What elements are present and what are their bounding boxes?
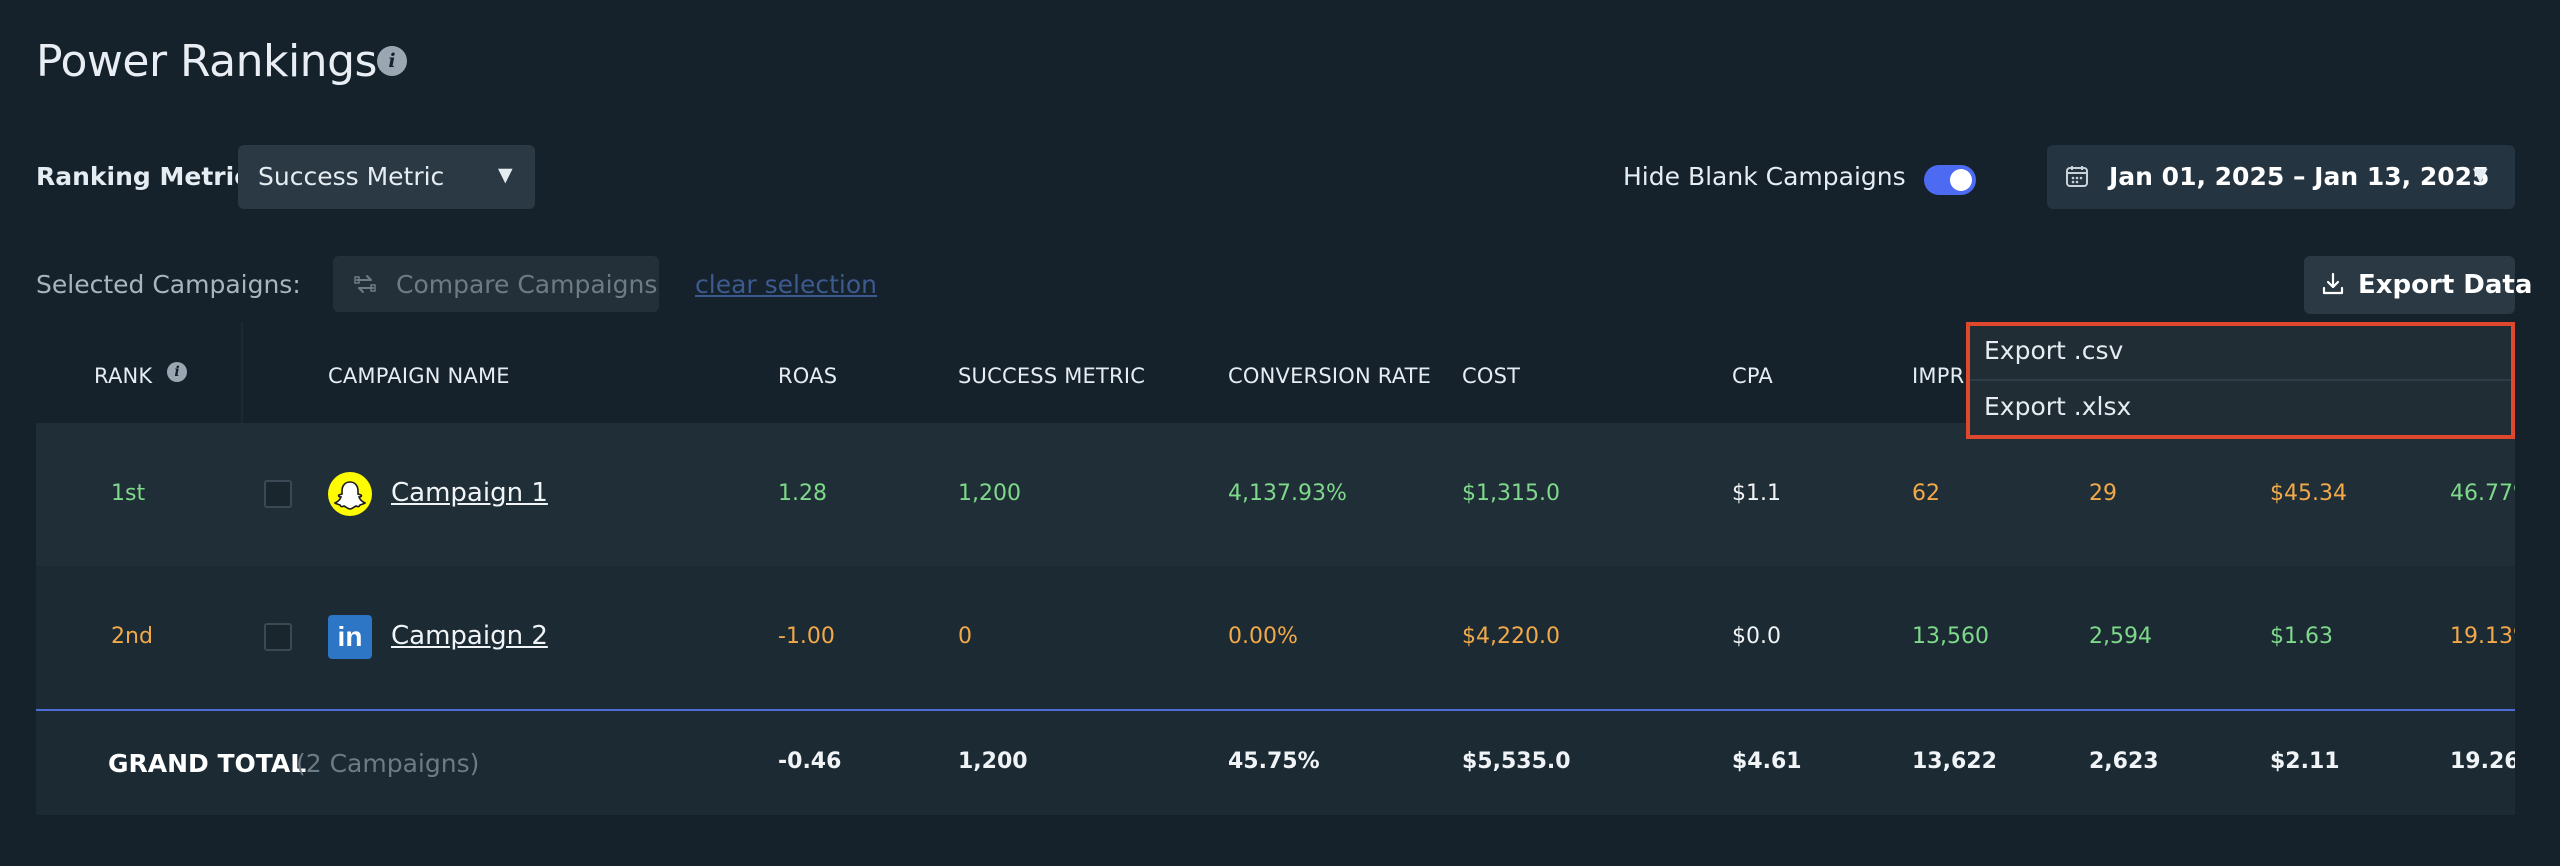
export-xlsx-option[interactable]: Export .xlsx xyxy=(1984,392,2131,421)
hide-blank-campaigns-toggle[interactable] xyxy=(1924,165,1976,195)
column-header-conversion-rate[interactable]: CONVERSION RATE xyxy=(1228,364,1431,388)
metric-cell: 2,594 xyxy=(2089,624,2152,649)
date-range-text[interactable]: Jan 01, 2025 – Jan 13, 2025 xyxy=(2109,162,2489,191)
success-metric-cell: 0 xyxy=(958,624,972,649)
success-metric-cell: 1,200 xyxy=(958,481,1021,506)
metric-cell: 29 xyxy=(2089,481,2117,506)
impressions-cell: 13,560 xyxy=(1912,624,1989,649)
cost-cell: $1,315.0 xyxy=(1462,481,1560,506)
campaign-link[interactable]: Campaign 2 xyxy=(391,621,548,651)
campaign-count: (2 Campaigns) xyxy=(296,749,480,778)
ranking-metric-value[interactable]: Success Metric xyxy=(258,162,444,191)
metric-cell: 19.13% xyxy=(2450,624,2515,649)
cost-cell: $4,220.0 xyxy=(1462,624,1560,649)
row-checkbox[interactable] xyxy=(264,480,292,508)
compare-campaigns-label[interactable]: Compare Campaigns xyxy=(396,270,657,299)
column-header-cost[interactable]: COST xyxy=(1462,364,1520,388)
metric-cell: $45.34 xyxy=(2270,481,2347,506)
caret-down-icon[interactable]: ▼ xyxy=(498,164,513,186)
cpa-cell: $1.1 xyxy=(1732,481,1781,506)
column-header-success-metric[interactable]: SUCCESS METRIC xyxy=(958,364,1145,388)
conversion-rate-total: 45.75% xyxy=(1228,749,1320,774)
export-menu: Export .csv Export .xlsx xyxy=(1966,322,2515,439)
caret-down-icon[interactable]: ▼ xyxy=(2473,164,2488,186)
cpa-total: $4.61 xyxy=(1732,749,1802,774)
conversion-rate-cell: 0.00% xyxy=(1228,624,1298,649)
impressions-total: 13,622 xyxy=(1912,749,1997,774)
cost-total: $5,535.0 xyxy=(1462,749,1571,774)
impressions-cell: 62 xyxy=(1912,481,1940,506)
metric-cell: $1.63 xyxy=(2270,624,2333,649)
conversion-rate-cell: 4,137.93% xyxy=(1228,481,1347,506)
row-checkbox[interactable] xyxy=(264,623,292,651)
toggle-knob xyxy=(1950,169,1972,191)
column-divider xyxy=(241,322,243,423)
roas-cell: -1.00 xyxy=(778,624,835,649)
table-row[interactable]: 1st Campaign 1 1.28 1,200 4,137.93% $1,3… xyxy=(36,423,2515,566)
table-row[interactable]: 2nd in Campaign 2 -1.00 0 0.00% $4,220.0… xyxy=(36,566,2515,709)
ranking-metric-label: Ranking Metric xyxy=(36,162,250,191)
campaign-link[interactable]: Campaign 1 xyxy=(391,478,548,508)
page-title: Power Rankings xyxy=(36,36,377,87)
grand-total-row: GRAND TOTAL (2 Campaigns) -0.46 1,200 45… xyxy=(36,711,2515,815)
column-header-cpa[interactable]: CPA xyxy=(1732,364,1773,388)
metric-cell: 46.77% xyxy=(2450,481,2515,506)
rank-cell: 1st xyxy=(111,481,146,506)
menu-divider xyxy=(1970,379,2511,381)
export-csv-option[interactable]: Export .csv xyxy=(1984,336,2123,365)
download-icon xyxy=(2322,272,2344,295)
linkedin-icon: in xyxy=(328,615,372,659)
info-icon[interactable]: i xyxy=(377,46,407,76)
column-header-campaign-name[interactable]: CAMPAIGN NAME xyxy=(328,364,510,388)
grand-total-label: GRAND TOTAL xyxy=(108,749,307,778)
success-metric-total: 1,200 xyxy=(958,749,1028,774)
selected-campaigns-label: Selected Campaigns: xyxy=(36,270,301,299)
hide-blank-campaigns-label: Hide Blank Campaigns xyxy=(1623,162,1906,191)
roas-cell: 1.28 xyxy=(778,481,827,506)
rank-cell: 2nd xyxy=(111,624,153,649)
clear-selection-link[interactable]: clear selection xyxy=(695,270,877,299)
snapchat-icon xyxy=(328,472,372,516)
metric-total: $2.11 xyxy=(2270,749,2340,774)
export-data-label[interactable]: Export Data xyxy=(2358,270,2532,300)
info-icon[interactable]: i xyxy=(167,362,187,382)
cpa-cell: $0.0 xyxy=(1732,624,1781,649)
metric-total: 19.26% xyxy=(2450,749,2515,774)
compare-arrows-icon xyxy=(354,275,376,293)
roas-total: -0.46 xyxy=(778,749,842,774)
column-header-roas[interactable]: ROAS xyxy=(778,364,837,388)
calendar-icon xyxy=(2066,166,2088,187)
column-header-impressions[interactable]: IMPR xyxy=(1912,364,1964,388)
column-header-rank[interactable]: RANK xyxy=(94,364,152,388)
metric-total: 2,623 xyxy=(2089,749,2159,774)
